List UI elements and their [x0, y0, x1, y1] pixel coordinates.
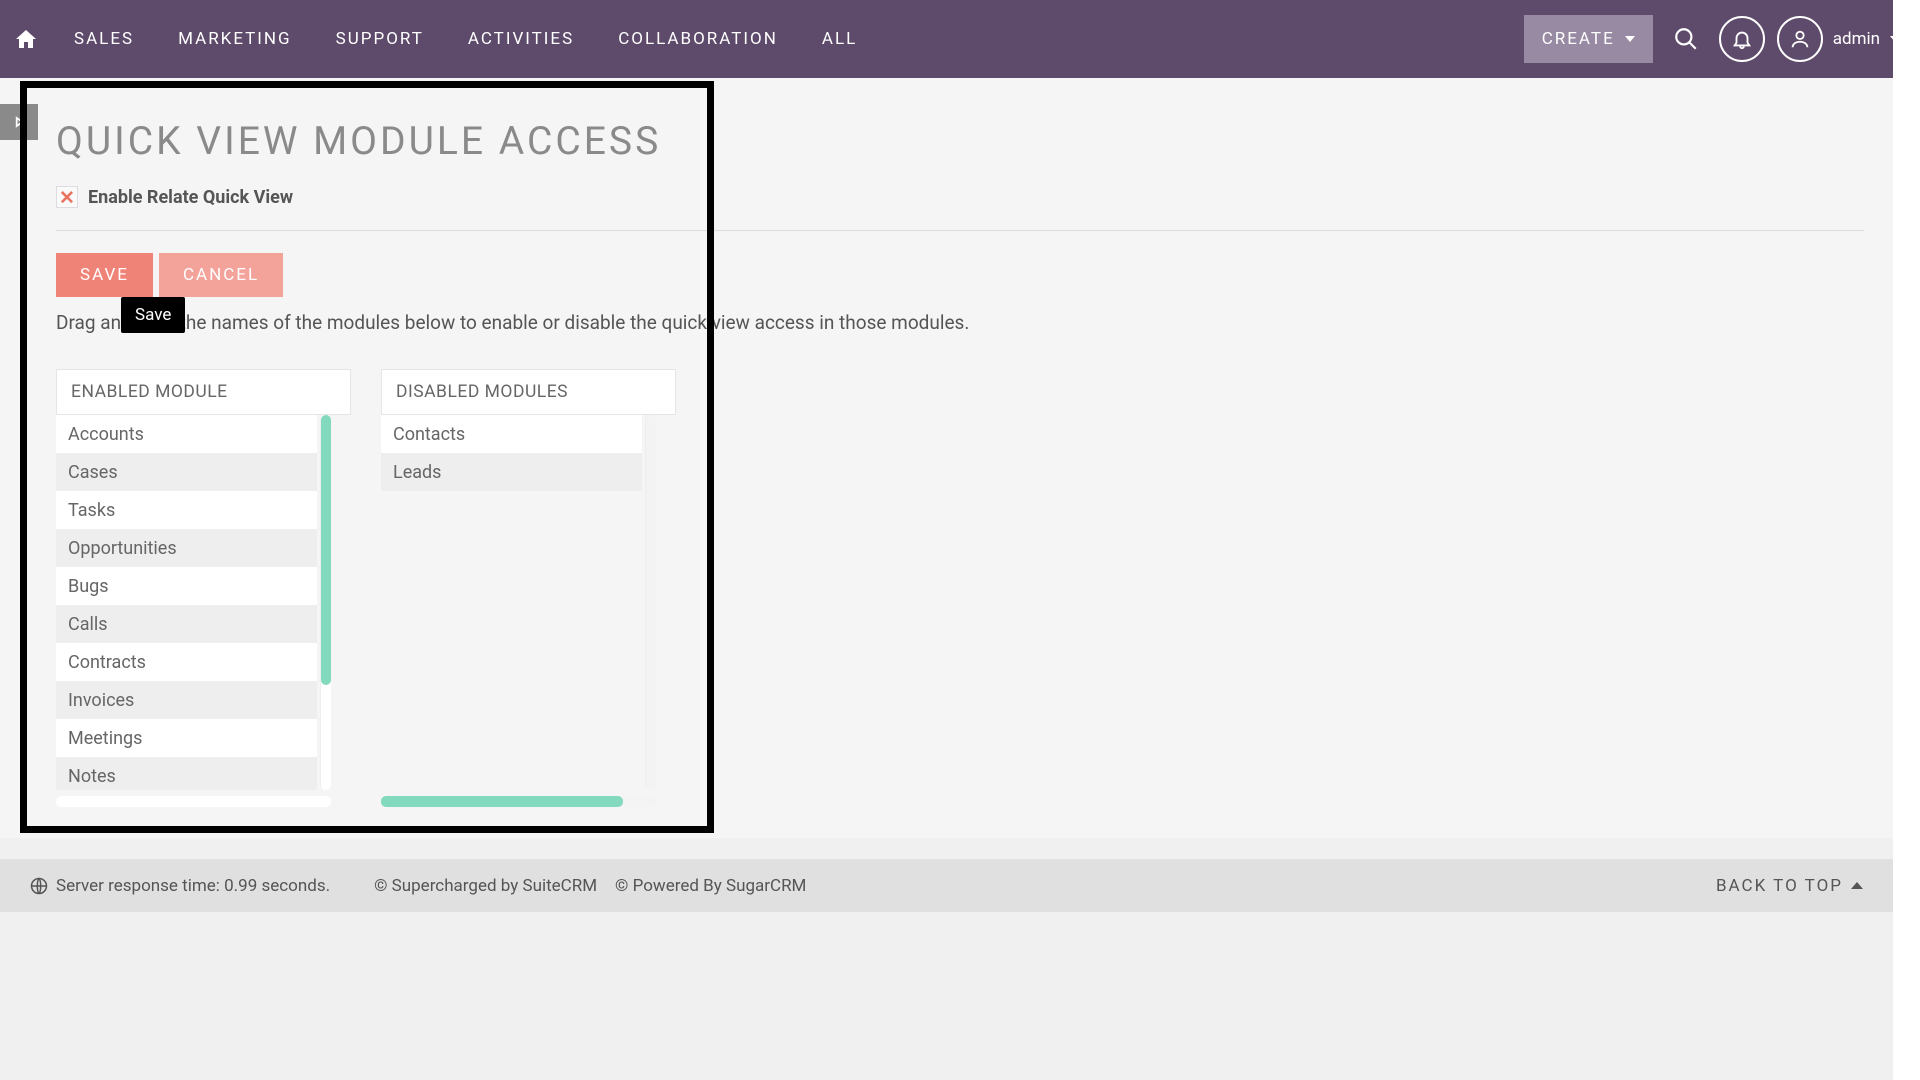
page-title: QUICK VIEW MODULE ACCESS	[56, 118, 1864, 164]
disabled-column: DISABLED MODULES Contacts Leads	[381, 369, 676, 807]
home-icon[interactable]	[10, 27, 52, 51]
back-to-top-label: BACK TO TOP	[1716, 876, 1843, 896]
nav-item-marketing[interactable]: MARKETING	[156, 29, 314, 49]
footer-suitecrm[interactable]: © Supercharged by SuiteCRM	[374, 876, 597, 896]
user-menu[interactable]: admin	[1777, 16, 1900, 62]
nav-item-collaboration[interactable]: COLLABORATION	[596, 29, 800, 49]
module-item[interactable]: Leads	[381, 453, 642, 491]
enabled-column: ENABLED MODULE Accounts Cases Tasks Oppo…	[56, 369, 351, 807]
enabled-list[interactable]: Accounts Cases Tasks Opportunities Bugs …	[56, 415, 317, 790]
create-label: CREATE	[1542, 29, 1615, 49]
button-row: SAVE CANCEL Save	[56, 253, 1864, 297]
module-item[interactable]: Notes	[56, 757, 317, 790]
module-item[interactable]: Bugs	[56, 567, 317, 605]
nav-item-activities[interactable]: ACTIVITIES	[446, 29, 596, 49]
scrollbar-horizontal[interactable]	[381, 796, 656, 807]
module-item[interactable]: Cases	[56, 453, 317, 491]
page-content: QUICK VIEW MODULE ACCESS ✕ Enable Relate…	[0, 78, 1920, 838]
module-item[interactable]: Tasks	[56, 491, 317, 529]
checkbox-label: Enable Relate Quick View	[88, 187, 293, 208]
enable-checkbox-row[interactable]: ✕ Enable Relate Quick View	[56, 186, 1864, 208]
response-time: Server response time: 0.99 seconds.	[56, 876, 330, 896]
chevron-up-icon	[1851, 882, 1863, 889]
module-item[interactable]: Invoices	[56, 681, 317, 719]
search-icon[interactable]	[1673, 26, 1699, 52]
module-item[interactable]: Calls	[56, 605, 317, 643]
footer: Server response time: 0.99 seconds. © Su…	[0, 859, 1893, 912]
notifications-icon[interactable]	[1719, 16, 1765, 62]
create-button[interactable]: CREATE	[1524, 15, 1653, 63]
nav-item-all[interactable]: ALL	[800, 29, 879, 49]
back-to-top[interactable]: BACK TO TOP	[1716, 876, 1863, 896]
chevron-down-icon	[1625, 36, 1635, 42]
enabled-header: ENABLED MODULE	[56, 369, 351, 415]
disabled-list[interactable]: Contacts Leads	[381, 415, 642, 790]
footer-sugarcrm[interactable]: © Powered By SugarCRM	[615, 876, 806, 896]
nav-items: SALES MARKETING SUPPORT ACTIVITIES COLLA…	[52, 29, 879, 49]
nav-item-support[interactable]: SUPPORT	[314, 29, 446, 49]
module-columns: ENABLED MODULE Accounts Cases Tasks Oppo…	[56, 369, 1864, 807]
nav-item-sales[interactable]: SALES	[52, 29, 156, 49]
save-button[interactable]: SAVE	[56, 253, 153, 297]
top-nav: SALES MARKETING SUPPORT ACTIVITIES COLLA…	[0, 0, 1920, 78]
globe-icon	[30, 877, 48, 895]
module-item[interactable]: Contracts	[56, 643, 317, 681]
cancel-button[interactable]: CANCEL	[159, 253, 283, 297]
module-item[interactable]: Accounts	[56, 415, 317, 453]
tooltip: Save	[121, 297, 185, 333]
scrollbar-horizontal[interactable]	[56, 796, 331, 807]
scrollbar-vertical[interactable]	[320, 415, 331, 790]
module-item[interactable]: Meetings	[56, 719, 317, 757]
user-icon	[1777, 16, 1823, 62]
instruction-text: Drag and drop the names of the modules b…	[56, 311, 1864, 334]
scrollbar-vertical[interactable]	[645, 415, 656, 790]
sidebar-toggle[interactable]	[0, 104, 38, 140]
user-name: admin	[1833, 29, 1880, 49]
module-item[interactable]: Opportunities	[56, 529, 317, 567]
disabled-header: DISABLED MODULES	[381, 369, 676, 415]
browser-scrollbar[interactable]	[1893, 0, 1920, 1080]
close-icon[interactable]: ✕	[56, 186, 78, 208]
module-item[interactable]: Contacts	[381, 415, 642, 453]
divider	[56, 230, 1864, 231]
